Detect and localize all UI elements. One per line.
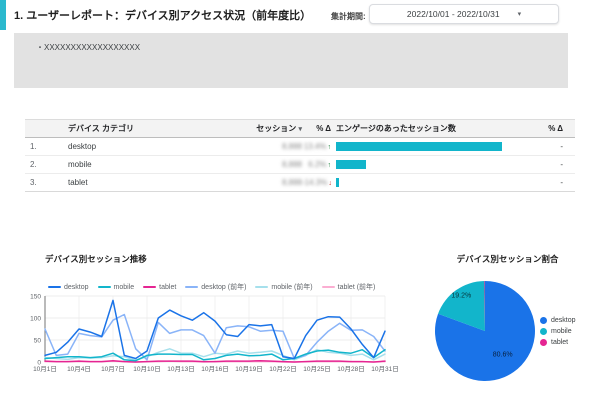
pie-chart-legend: desktop mobile tablet: [540, 317, 576, 346]
delta2-cell: -: [560, 142, 563, 151]
sessions-cell: 8,888: [281, 160, 302, 169]
delta-cell: 13.4%↑: [302, 142, 333, 151]
delta-value: 6.2%: [308, 160, 327, 169]
pie-chart[interactable]: 80.6% 19.2%: [418, 266, 543, 391]
engaged-sessions-bar-cell: [333, 160, 523, 169]
delta-value: 13.4%: [303, 142, 327, 151]
legend-item: tablet: [143, 284, 176, 291]
row-index: 1.: [30, 142, 37, 151]
chevron-down-icon: ▾: [517, 11, 522, 18]
svg-text:10月31日: 10月31日: [371, 365, 398, 373]
legend-label: tablet: [159, 283, 177, 291]
table-row: 2. mobile 8,888 6.2%↑ -: [25, 156, 575, 174]
col-header-delta2[interactable]: % Δ: [523, 124, 575, 133]
legend-item: mobile: [540, 328, 576, 335]
line-chart-title: デバイス別セッション推移: [45, 254, 147, 264]
svg-text:100: 100: [30, 315, 41, 322]
engaged-sessions-bar-cell: [333, 178, 523, 187]
svg-text:10月13日: 10月13日: [167, 365, 194, 373]
row-index: 3.: [30, 178, 37, 187]
arrow-up-icon: ↑: [327, 144, 332, 151]
table-row: 1. desktop 8,888 13.4%↑ -: [25, 138, 575, 156]
svg-text:10月16日: 10月16日: [201, 365, 228, 373]
delta2-cell: -: [560, 160, 563, 169]
engaged-sessions-bar: [336, 178, 339, 187]
table-body: 1. desktop 8,888 13.4%↑ -2. mobile 8,888 6.2%↑ -…: [25, 138, 575, 192]
arrow-up-icon: ↑: [327, 162, 332, 169]
svg-text:10月7日: 10月7日: [101, 365, 125, 373]
delta-cell: 6.2%↑: [302, 160, 333, 169]
arrow-down-icon: ↓: [328, 180, 332, 187]
period-label: 集計期間:: [331, 12, 366, 21]
svg-text:10月28日: 10月28日: [337, 365, 364, 373]
svg-text:10月10日: 10月10日: [133, 365, 160, 373]
legend-swatch: [48, 286, 61, 288]
legend-item: desktop: [540, 317, 576, 324]
table-header-row: デバイス カテゴリ セッション ▾ % Δ エンゲージのあったセッション数 % …: [25, 119, 575, 138]
engaged-sessions-bar: [336, 142, 503, 151]
svg-text:50: 50: [34, 337, 42, 344]
engaged-sessions-bar-cell: [333, 142, 523, 151]
device-table: デバイス カテゴリ セッション ▾ % Δ エンゲージのあったセッション数 % …: [25, 119, 575, 192]
legend-swatch: [143, 286, 157, 288]
legend-item: mobile: [97, 283, 135, 291]
legend-label: desktop: [64, 283, 89, 291]
legend-swatch: [321, 286, 335, 288]
legend-label: mobile: [551, 328, 572, 335]
note-text: ・XXXXXXXXXXXXXXXXXX: [36, 43, 141, 52]
col-header-engaged-sessions[interactable]: エンゲージのあったセッション数: [333, 123, 523, 134]
legend-label: tablet: [551, 339, 569, 346]
device-category-cell: desktop: [68, 142, 97, 151]
legend-dot: [540, 339, 547, 346]
svg-text:10月4日: 10月4日: [67, 365, 91, 373]
device-category-cell: mobile: [68, 160, 92, 169]
legend-label: mobile: [113, 283, 135, 291]
sessions-cell: 8,888: [281, 142, 302, 151]
row-index: 2.: [30, 160, 37, 169]
device-category-cell: tablet: [68, 178, 88, 187]
legend-label: desktop: [551, 317, 576, 324]
legend-dot: [540, 317, 547, 324]
svg-text:10月19日: 10月19日: [235, 365, 262, 373]
delta-cell: -14.3%↓: [302, 178, 333, 187]
svg-text:10月25日: 10月25日: [303, 365, 330, 373]
header-accent-bar: [0, 0, 6, 30]
col-header-delta[interactable]: % Δ: [302, 124, 333, 133]
pie-chart-title: デバイス別セッション割合: [456, 254, 559, 264]
table-row: 3. tablet 8,888 -14.3%↓ -: [25, 174, 575, 192]
pie-slice-label: 19.2%: [451, 293, 471, 300]
delta2-cell: -: [560, 178, 563, 187]
date-range-dropdown[interactable]: 2022/10/01 - 2022/10/31 ▾: [369, 4, 559, 24]
line-chart[interactable]: 05010015010月1日 10月4日 10月7日 10月10日 10月13日 10月1…: [25, 291, 400, 379]
legend-dot: [540, 328, 547, 335]
note-box: ・XXXXXXXXXXXXXXXXXX: [14, 33, 568, 88]
legend-swatch: [255, 286, 269, 288]
pie-slice-label: 80.6%: [493, 351, 513, 358]
svg-text:10月1日: 10月1日: [33, 365, 57, 373]
engaged-sessions-bar: [336, 160, 366, 169]
delta-value: -14.3%: [302, 178, 328, 187]
svg-text:10月22日: 10月22日: [269, 365, 296, 373]
page-title: 1. ユーザーレポート：デバイス別アクセス状況（前年度比）: [14, 10, 312, 22]
legend-item: desktop: [48, 284, 89, 291]
legend-swatch: [97, 286, 111, 288]
svg-text:150: 150: [30, 293, 41, 300]
col-header-device-category[interactable]: デバイス カテゴリ: [59, 123, 179, 134]
sessions-cell: 8,888: [281, 178, 302, 187]
date-range-value: 2022/10/01 - 2022/10/31: [406, 9, 500, 19]
legend-item: tablet: [540, 339, 576, 346]
legend-swatch: [185, 286, 199, 288]
col-header-sessions[interactable]: セッション ▾: [179, 123, 302, 134]
